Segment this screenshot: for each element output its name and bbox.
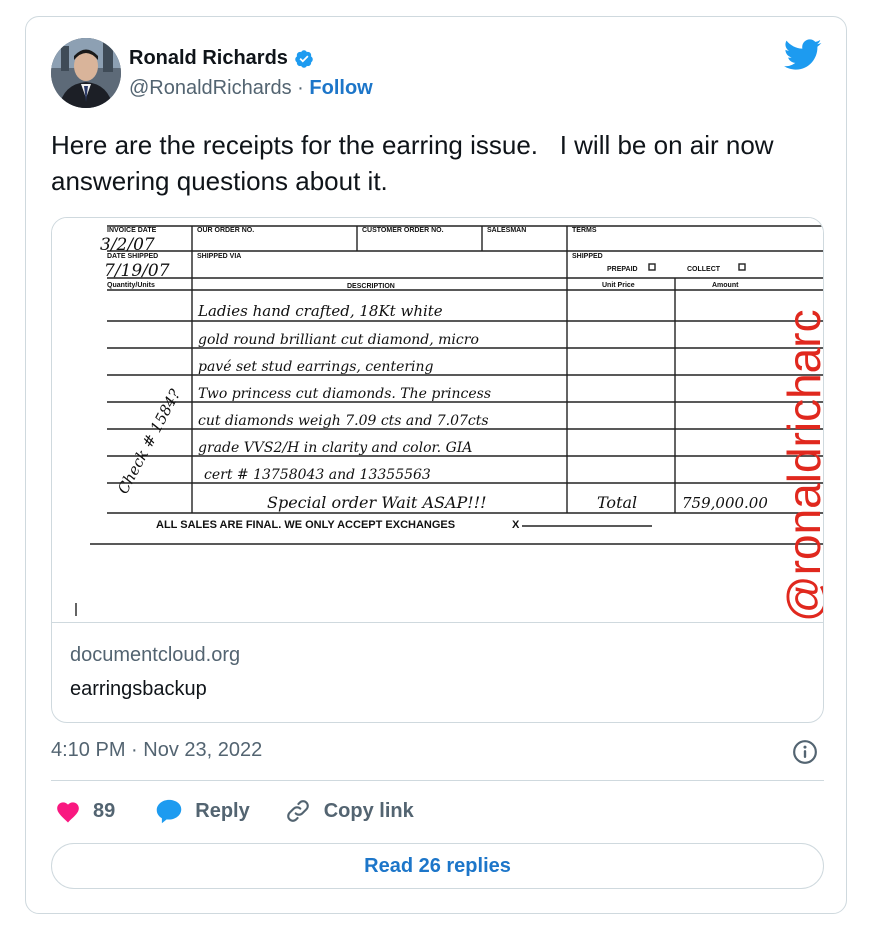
author-name-row[interactable]: Ronald Richards bbox=[129, 47, 314, 70]
reply-label: Reply bbox=[195, 799, 250, 822]
handle-separator: · bbox=[297, 77, 304, 99]
description-line: grade VVS2/H in clarity and color. GIA bbox=[198, 440, 472, 456]
label-collect: COLLECT bbox=[687, 266, 721, 273]
label-customer-order: CUSTOMER ORDER NO. bbox=[362, 227, 444, 234]
author-name[interactable]: Ronald Richards bbox=[129, 47, 288, 70]
author-handle[interactable]: @RonaldRichards bbox=[129, 77, 292, 99]
receipt-document-image[interactable]: INVOICE DATE OUR ORDER NO. CUSTOMER ORDE… bbox=[52, 218, 824, 623]
watermark-text: @ronaldricharc bbox=[778, 309, 824, 622]
label-shipped: SHIPPED bbox=[572, 253, 603, 260]
verified-badge-icon bbox=[295, 49, 313, 68]
label-invoice-date: INVOICE DATE bbox=[107, 227, 157, 234]
label-description: DESCRIPTION bbox=[347, 283, 395, 290]
label-amount: Amount bbox=[712, 282, 739, 289]
heart-icon[interactable] bbox=[55, 799, 81, 823]
description-line: Ladies hand crafted, 18Kt white bbox=[197, 302, 443, 320]
description-line: Two princess cut diamonds. The princess bbox=[198, 386, 491, 402]
link-title: earringsbackup bbox=[70, 678, 207, 700]
link-preview-card[interactable]: INVOICE DATE OUR ORDER NO. CUSTOMER ORDE… bbox=[51, 217, 824, 723]
divider bbox=[51, 780, 824, 781]
description-line: cert # 13758043 and 13355563 bbox=[204, 467, 431, 483]
action-bar: 89 Reply Copy link bbox=[51, 797, 414, 825]
tweet-text: Here are the receipts for the earring is… bbox=[51, 130, 781, 196]
signature-label: X bbox=[512, 519, 520, 531]
total-value: 759,000.00 bbox=[682, 494, 768, 512]
footer-text: ALL SALES ARE FINAL. WE ONLY ACCEPT EXCH… bbox=[156, 519, 455, 531]
reply-button[interactable]: Reply bbox=[155, 798, 250, 824]
description-line: gold round brilliant cut diamond, micro bbox=[198, 332, 479, 348]
follow-button[interactable]: Follow bbox=[309, 77, 372, 99]
label-terms: TERMS bbox=[572, 227, 597, 234]
read-replies-button[interactable]: Read 26 replies bbox=[51, 843, 824, 889]
like-button[interactable]: 89 bbox=[55, 799, 115, 823]
total-label: Total bbox=[597, 493, 637, 512]
description-line: pavé set stud earrings, centering bbox=[198, 359, 434, 375]
label-shipped-via: SHIPPED VIA bbox=[197, 253, 241, 260]
copy-link-label: Copy link bbox=[323, 799, 414, 822]
info-icon[interactable] bbox=[792, 739, 818, 765]
label-our-order: OUR ORDER NO. bbox=[197, 227, 254, 234]
link-icon[interactable] bbox=[284, 797, 312, 825]
tweet-card: Ronald Richards @RonaldRichards · Follow… bbox=[25, 16, 847, 914]
description-line: Special order Wait ASAP!!! bbox=[267, 493, 487, 512]
tweet-timestamp[interactable]: 4:10 PM · Nov 23, 2022 bbox=[51, 739, 262, 762]
author-handle-row: @RonaldRichards · Follow bbox=[129, 77, 373, 100]
label-salesman: SALESMAN bbox=[487, 227, 526, 234]
avatar[interactable] bbox=[51, 38, 121, 108]
twitter-bird-icon[interactable] bbox=[784, 39, 822, 71]
like-count: 89 bbox=[93, 799, 116, 822]
description-line: cut diamonds weigh 7.09 cts and 7.07cts bbox=[198, 413, 489, 429]
label-quantity: Quantity/Units bbox=[107, 282, 155, 289]
label-unit-price: Unit Price bbox=[602, 282, 635, 289]
reply-bubble-icon[interactable] bbox=[155, 798, 183, 824]
copy-link-button[interactable]: Copy link bbox=[284, 797, 414, 825]
label-prepaid: PREPAID bbox=[607, 266, 638, 273]
invoice-date-value: 3/2/07 bbox=[100, 235, 155, 255]
date-shipped-value: 7/19/07 bbox=[104, 261, 170, 281]
link-domain: documentcloud.org bbox=[70, 644, 241, 666]
